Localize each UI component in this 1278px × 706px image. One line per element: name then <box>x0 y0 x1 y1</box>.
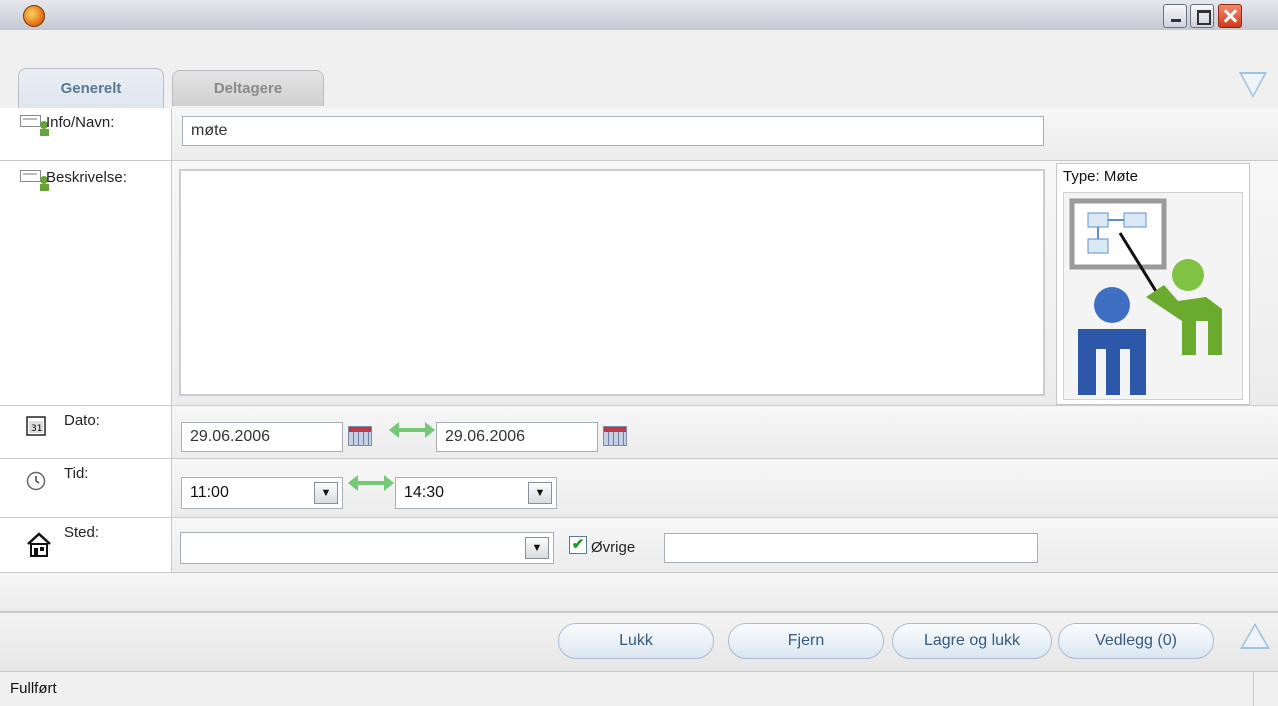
other-checkbox[interactable]: ✔ <box>569 536 587 554</box>
calendar-icon: 31 <box>26 416 46 436</box>
start-date-input[interactable]: 29.06.2006 <box>181 422 343 452</box>
date-label: Dato: <box>64 412 100 429</box>
maximize-button[interactable] <box>1190 4 1214 28</box>
time-row: Tid: 11:00 ▼ 14:30 ▼ <box>0 459 1278 518</box>
app-icon <box>23 5 45 27</box>
status-bar: Fullført <box>0 672 1278 706</box>
place-label: Sted: <box>64 524 100 541</box>
start-time-select[interactable]: 11:00 ▼ <box>181 477 343 509</box>
end-date-calendar-icon[interactable] <box>603 426 627 446</box>
info-label: Info/Navn: <box>46 114 115 131</box>
start-date-calendar-icon[interactable] <box>348 426 372 446</box>
tab-generelt[interactable]: Generelt <box>18 68 164 108</box>
resize-grip[interactable] <box>1253 672 1278 706</box>
attachments-button[interactable]: Vedlegg (0) <box>1058 623 1214 659</box>
button-bar: Lukk Fjern Lagre og lukk Vedlegg (0) <box>0 612 1278 672</box>
info-row: Info/Navn: møte <box>0 108 1278 161</box>
end-date-input[interactable]: 29.06.2006 <box>436 422 598 452</box>
tab-strip: Generelt Deltagere <box>0 30 1278 109</box>
other-place-input[interactable] <box>664 533 1038 563</box>
save-and-close-button[interactable]: Lagre og lukk <box>892 623 1052 659</box>
description-row: Beskrivelse: Type: Møte <box>0 161 1278 406</box>
place-select[interactable]: ▼ <box>180 532 554 564</box>
end-time-select[interactable]: 14:30 ▼ <box>395 477 557 509</box>
date-row: 31 Dato: 29.06.2006 29.06.2006 <box>0 406 1278 459</box>
collapse-down-icon[interactable] <box>1239 72 1267 98</box>
expand-up-icon[interactable] <box>1240 623 1270 649</box>
place-row: Sted: ▼ ✔ Øvrige <box>0 518 1278 573</box>
status-text: Fullført <box>10 680 57 697</box>
house-icon <box>27 532 51 557</box>
dropdown-arrow-icon[interactable]: ▼ <box>314 482 338 504</box>
other-label: Øvrige <box>591 539 636 556</box>
tab-deltagere[interactable]: Deltagere <box>172 70 324 106</box>
meeting-presentation-icon <box>1063 192 1243 400</box>
time-label: Tid: <box>64 465 89 482</box>
two-way-arrow-icon <box>348 475 394 491</box>
dropdown-arrow-icon[interactable]: ▼ <box>528 482 552 504</box>
spacer-row <box>0 573 1278 612</box>
clock-icon <box>26 471 46 491</box>
dropdown-arrow-icon[interactable]: ▼ <box>525 537 549 559</box>
svg-text:31: 31 <box>31 424 42 434</box>
info-name-input[interactable]: møte <box>182 116 1044 146</box>
minimize-button[interactable] <box>1163 4 1187 28</box>
close-button[interactable]: Lukk <box>558 623 714 659</box>
type-panel: Type: Møte <box>1056 163 1250 405</box>
description-label: Beskrivelse: <box>46 169 127 186</box>
two-way-arrow-icon <box>389 422 435 438</box>
description-textarea[interactable] <box>179 169 1045 396</box>
title-bar <box>0 0 1278 31</box>
type-label: Type: Møte <box>1063 168 1139 185</box>
close-window-button[interactable] <box>1218 4 1242 28</box>
remove-button[interactable]: Fjern <box>728 623 884 659</box>
